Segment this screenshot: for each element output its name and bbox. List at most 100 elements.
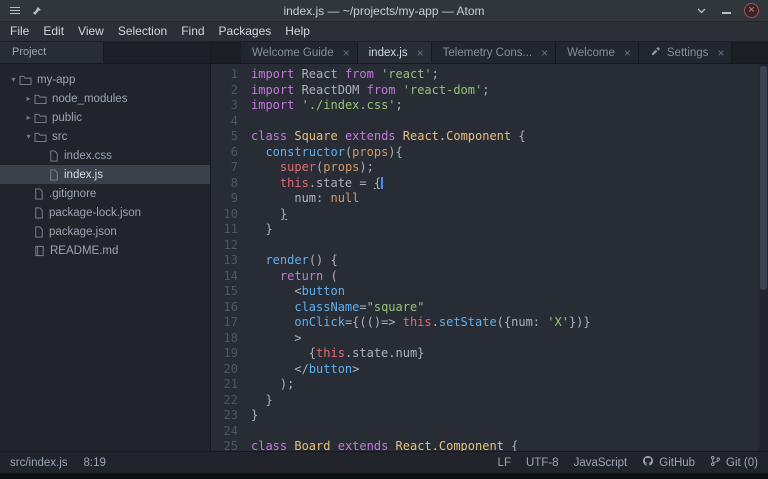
- scrollbar[interactable]: [759, 64, 768, 451]
- line-ending-indicator[interactable]: LF: [498, 457, 511, 469]
- code-area[interactable]: 1 import React from 'react'; 2 import React…: [211, 67, 768, 451]
- code-line[interactable]: 22 }: [211, 393, 768, 409]
- line-number[interactable]: 17: [211, 315, 251, 331]
- tab-close-icon[interactable]: ×: [624, 46, 631, 60]
- line-number[interactable]: 4: [211, 114, 251, 130]
- line-number[interactable]: 15: [211, 284, 251, 300]
- line-number[interactable]: 12: [211, 238, 251, 254]
- line-number[interactable]: 16: [211, 300, 251, 316]
- tree-item-node_modules[interactable]: ▸ node_modules: [0, 89, 210, 108]
- line-number[interactable]: 19: [211, 346, 251, 362]
- tab-close-icon[interactable]: ×: [717, 46, 724, 60]
- code-line[interactable]: 2 import ReactDOM from 'react-dom';: [211, 83, 768, 99]
- code-line[interactable]: 23}: [211, 408, 768, 424]
- line-number[interactable]: 25: [211, 439, 251, 451]
- line-number[interactable]: 9: [211, 191, 251, 207]
- code-line[interactable]: 3 import './index.css';: [211, 98, 768, 114]
- tree-item-my-app[interactable]: ▾ my-app: [0, 70, 210, 89]
- code-line[interactable]: 19 {this.state.num}: [211, 346, 768, 362]
- tree-item-package.json[interactable]: package.json: [0, 222, 210, 241]
- line-number[interactable]: 13: [211, 253, 251, 269]
- tree-item-index.css[interactable]: index.css: [0, 146, 210, 165]
- line-number[interactable]: 7: [211, 160, 251, 176]
- tree-item-.gitignore[interactable]: .gitignore: [0, 184, 210, 203]
- line-number[interactable]: 20: [211, 362, 251, 378]
- editor[interactable]: 1 import React from 'react'; 2 import React…: [211, 64, 768, 451]
- code-line[interactable]: 24: [211, 424, 768, 440]
- code-line[interactable]: 15 <button: [211, 284, 768, 300]
- line-number[interactable]: 6: [211, 145, 251, 161]
- tab-Welcome Guide[interactable]: Welcome Guide ×: [241, 42, 358, 63]
- grammar-indicator[interactable]: JavaScript: [574, 457, 628, 469]
- line-number[interactable]: 23: [211, 408, 251, 424]
- menu-item-file[interactable]: File: [3, 22, 36, 41]
- code-line[interactable]: 18 >: [211, 331, 768, 347]
- tab-index.js[interactable]: index.js ×: [357, 42, 432, 63]
- chevron-right-icon[interactable]: ▸: [23, 94, 34, 103]
- code-line[interactable]: 11 }: [211, 222, 768, 238]
- chevron-right-icon[interactable]: ▸: [23, 113, 34, 122]
- code-line[interactable]: 6 constructor(props){: [211, 145, 768, 161]
- code-line[interactable]: 25 class Board extends React.Component {: [211, 439, 768, 451]
- tab-Welcome[interactable]: Welcome ×: [556, 42, 639, 63]
- line-number[interactable]: 1: [211, 67, 251, 83]
- line-number[interactable]: 14: [211, 269, 251, 285]
- window-menu-icon[interactable]: [7, 3, 22, 18]
- minimize-icon[interactable]: [719, 3, 734, 18]
- tree-item-index.js[interactable]: index.js: [0, 165, 210, 184]
- code-line[interactable]: 9 num: null: [211, 191, 768, 207]
- chevron-down-icon[interactable]: ▾: [23, 132, 34, 141]
- code-line[interactable]: 16 className="square": [211, 300, 768, 316]
- tab-Settings[interactable]: Settings ×: [638, 42, 733, 63]
- tree-item-label: .gitignore: [49, 187, 97, 200]
- code-line[interactable]: 4: [211, 114, 768, 130]
- line-number[interactable]: 2: [211, 83, 251, 99]
- tab-close-icon[interactable]: ×: [541, 46, 548, 60]
- code-line[interactable]: 13 render() {: [211, 253, 768, 269]
- code-line[interactable]: 20 </button>: [211, 362, 768, 378]
- cursor-position[interactable]: 8:19: [84, 457, 106, 469]
- tab-bar: Welcome Guide × index.js × Telemetry Cons...…: [211, 42, 768, 64]
- menu-item-packages[interactable]: Packages: [212, 22, 279, 41]
- code-line[interactable]: 5 class Square extends React.Component {: [211, 129, 768, 145]
- project-tab[interactable]: Project: [0, 42, 104, 63]
- menu-item-edit[interactable]: Edit: [36, 22, 71, 41]
- tab-Telemetry Cons...[interactable]: Telemetry Cons... ×: [431, 42, 557, 63]
- code-line[interactable]: 14 return (: [211, 269, 768, 285]
- code-line[interactable]: 10 }: [211, 207, 768, 223]
- tab-close-icon[interactable]: ×: [417, 46, 424, 60]
- line-number[interactable]: 21: [211, 377, 251, 393]
- line-number[interactable]: 3: [211, 98, 251, 114]
- close-icon[interactable]: ×: [744, 3, 759, 18]
- code-line[interactable]: 7 super(props);: [211, 160, 768, 176]
- line-number[interactable]: 24: [211, 424, 251, 440]
- scrollbar-thumb[interactable]: [760, 66, 767, 291]
- menu-item-selection[interactable]: Selection: [111, 22, 174, 41]
- line-number[interactable]: 11: [211, 222, 251, 238]
- menu-item-find[interactable]: Find: [174, 22, 211, 41]
- chevron-down-icon[interactable]: ▾: [8, 75, 19, 84]
- pin-icon[interactable]: [29, 3, 44, 18]
- status-file-path[interactable]: src/index.js: [10, 457, 68, 469]
- line-number[interactable]: 5: [211, 129, 251, 145]
- tree-item-package-lock.json[interactable]: package-lock.json: [0, 203, 210, 222]
- code-line[interactable]: 1 import React from 'react';: [211, 67, 768, 83]
- github-status[interactable]: GitHub: [642, 455, 695, 470]
- shade-icon[interactable]: [694, 3, 709, 18]
- tab-close-icon[interactable]: ×: [343, 46, 350, 60]
- menu-item-view[interactable]: View: [71, 22, 111, 41]
- code-line[interactable]: 12: [211, 238, 768, 254]
- encoding-indicator[interactable]: UTF-8: [526, 457, 559, 469]
- line-number[interactable]: 18: [211, 331, 251, 347]
- line-number[interactable]: 22: [211, 393, 251, 409]
- tree-item-public[interactable]: ▸ public: [0, 108, 210, 127]
- tree-item-README.md[interactable]: README.md: [0, 241, 210, 260]
- code-line[interactable]: 8 this.state = {: [211, 176, 768, 192]
- menu-item-help[interactable]: Help: [278, 22, 317, 41]
- line-number[interactable]: 10: [211, 207, 251, 223]
- tree-item-src[interactable]: ▾ src: [0, 127, 210, 146]
- git-status[interactable]: Git (0): [710, 455, 758, 470]
- code-line[interactable]: 17 onClick={(()=> this.setState({num: 'X…: [211, 315, 768, 331]
- line-number[interactable]: 8: [211, 176, 251, 192]
- code-line[interactable]: 21 );: [211, 377, 768, 393]
